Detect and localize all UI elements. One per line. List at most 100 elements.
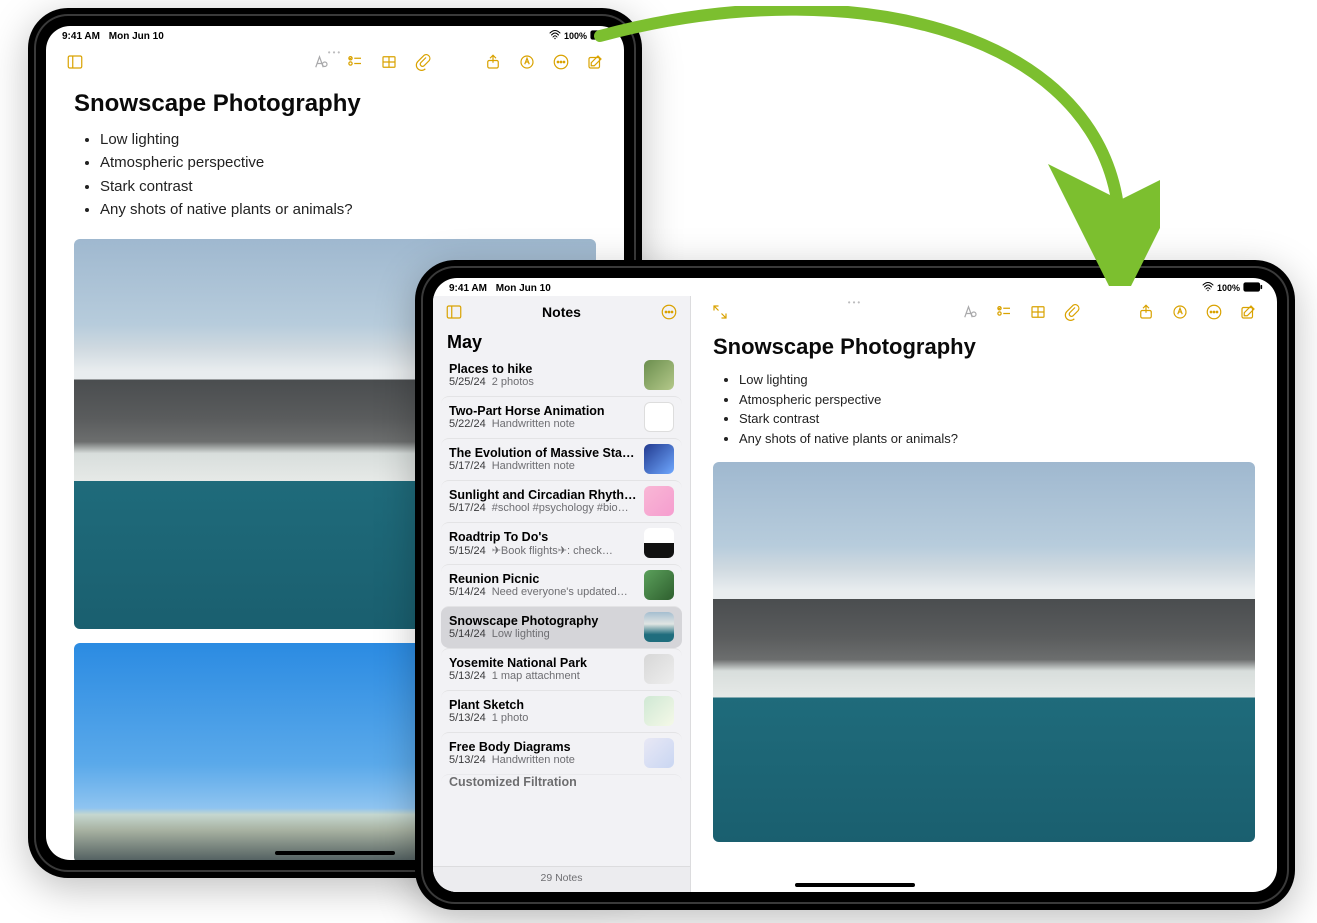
sidebar-title: Notes <box>542 304 581 320</box>
sidebar-section-label: May <box>433 328 690 355</box>
bullet-item[interactable]: Atmospheric perspective <box>739 390 1255 410</box>
status-time: 9:41 AM <box>449 283 487 294</box>
note-list-item[interactable]: Sunlight and Circadian Rhyth…5/17/24#sch… <box>441 480 682 522</box>
note-item-preview: 1 map attachment <box>492 670 580 682</box>
note-item-preview: Handwritten note <box>492 754 575 766</box>
multitask-dots-icon[interactable]: ••• <box>848 298 862 307</box>
note-item-preview: 1 photo <box>492 712 529 724</box>
checklist-icon[interactable] <box>990 300 1018 324</box>
note-item-title: Places to hike <box>449 362 638 376</box>
status-time: 9:41 AM <box>62 31 100 42</box>
note-item-title: Customized Filtration <box>449 775 674 789</box>
note-item-date: 5/25/24 <box>449 376 486 388</box>
note-item-preview: #school #psychology #bio… <box>492 502 629 514</box>
bullet-item[interactable]: Stark contrast <box>100 175 596 198</box>
notes-sidebar: Notes May Places to hike5/25/24 2 photos T… <box>433 296 691 892</box>
bullet-item[interactable]: Low lighting <box>100 128 596 151</box>
note-title[interactable]: Snowscape Photography <box>713 334 1255 360</box>
note-item-thumbnail <box>644 570 674 600</box>
note-toolbar-landscape <box>691 296 1277 330</box>
note-item-thumbnail <box>644 528 674 558</box>
table-icon[interactable] <box>1024 300 1052 324</box>
note-item-title: Two-Part Horse Animation <box>449 404 638 418</box>
status-date: Mon Jun 10 <box>496 283 551 294</box>
bullet-item[interactable]: Stark contrast <box>739 409 1255 429</box>
battery-percent: 100% <box>1217 283 1240 293</box>
note-item-title: The Evolution of Massive Star… <box>449 446 638 460</box>
wifi-icon <box>1202 282 1214 294</box>
note-item-thumbnail <box>644 444 674 474</box>
note-list-item[interactable]: Two-Part Horse Animation5/22/24Handwritt… <box>441 396 682 438</box>
note-bullets[interactable]: Low lighting Atmospheric perspective Sta… <box>713 370 1255 448</box>
note-item-title: Sunlight and Circadian Rhyth… <box>449 488 638 502</box>
note-item-thumbnail <box>644 360 674 390</box>
note-photo-snowscape[interactable] <box>713 462 1255 842</box>
home-indicator[interactable] <box>275 851 395 855</box>
compose-icon[interactable] <box>1234 300 1262 324</box>
notes-list[interactable]: Places to hike5/25/24 2 photos Two-Part Ho… <box>433 355 690 866</box>
note-item-thumbnail <box>644 738 674 768</box>
more-icon[interactable] <box>1200 300 1228 324</box>
more-icon[interactable] <box>547 50 575 74</box>
note-title[interactable]: Snowscape Photography <box>74 90 596 118</box>
note-item-title: Snowscape Photography <box>449 614 638 628</box>
table-icon[interactable] <box>375 50 403 74</box>
rotation-arrow-icon <box>560 6 1160 286</box>
attachment-icon[interactable] <box>1058 300 1086 324</box>
status-date: Mon Jun 10 <box>109 31 164 42</box>
checklist-icon[interactable] <box>341 50 369 74</box>
note-item-title: Reunion Picnic <box>449 572 638 586</box>
note-item-preview: 2 photos <box>492 376 534 388</box>
note-list-item[interactable]: Reunion Picnic5/14/24Need everyone's upd… <box>441 564 682 606</box>
attachment-icon[interactable] <box>409 50 437 74</box>
note-list-item[interactable]: Roadtrip To Do's5/15/24 ✈︎Book flights✈︎:… <box>441 522 682 564</box>
note-list-item[interactable]: Plant Sketch5/13/241 photo <box>441 690 682 732</box>
ipad-landscape-device: 9:41 AM Mon Jun 10 100% ••• <box>415 260 1295 910</box>
bullet-item[interactable]: Low lighting <box>739 370 1255 390</box>
battery-icon <box>590 30 610 42</box>
note-item-thumbnail <box>644 612 674 642</box>
note-item-date: 5/17/24 <box>449 460 486 472</box>
bullet-item[interactable]: Any shots of native plants or animals? <box>739 429 1255 449</box>
note-item-title: Free Body Diagrams <box>449 740 638 754</box>
note-list-item[interactable]: Yosemite National Park5/13/241 map attac… <box>441 648 682 690</box>
status-bar-portrait: 9:41 AM Mon Jun 10 100% <box>46 26 624 44</box>
multitask-dots-icon[interactable]: ••• <box>328 48 342 57</box>
note-item-date: 5/13/24 <box>449 754 486 766</box>
note-item-preview: Low lighting <box>492 628 550 640</box>
battery-percent: 100% <box>564 31 587 41</box>
text-format-icon[interactable] <box>956 300 984 324</box>
share-icon[interactable] <box>479 50 507 74</box>
sidebar-toggle-icon[interactable] <box>61 50 89 74</box>
markup-icon[interactable] <box>1166 300 1194 324</box>
note-content-pane: Snowscape Photography Low lighting Atmos… <box>691 296 1277 892</box>
note-list-item[interactable]: Customized Filtration <box>441 774 682 790</box>
note-item-title: Plant Sketch <box>449 698 638 712</box>
wifi-icon <box>549 30 561 42</box>
markup-icon[interactable] <box>513 50 541 74</box>
home-indicator[interactable] <box>795 883 915 887</box>
compose-icon[interactable] <box>581 50 609 74</box>
expand-fullscreen-icon[interactable] <box>706 300 734 324</box>
note-item-thumbnail <box>644 486 674 516</box>
note-bullets[interactable]: Low lighting Atmospheric perspective Sta… <box>74 128 596 221</box>
note-list-item[interactable]: Free Body Diagrams5/13/24 Handwritten not… <box>441 732 682 774</box>
sidebar-more-icon[interactable] <box>655 300 683 324</box>
note-item-preview: Handwritten note <box>492 460 575 472</box>
sidebar-header: Notes <box>433 296 690 328</box>
note-item-thumbnail <box>644 696 674 726</box>
bullet-item[interactable]: Any shots of native plants or animals? <box>100 198 596 221</box>
note-item-date: 5/15/24 <box>449 545 486 557</box>
note-list-item[interactable]: Places to hike5/25/24 2 photos <box>441 355 682 396</box>
note-item-date: 5/22/24 <box>449 418 486 430</box>
note-item-thumbnail <box>644 654 674 684</box>
note-item-title: Roadtrip To Do's <box>449 530 638 544</box>
note-item-preview: Need everyone's updated… <box>492 586 628 598</box>
note-body-landscape[interactable]: Snowscape Photography Low lighting Atmos… <box>691 330 1277 892</box>
note-item-preview: ✈︎Book flights✈︎: check… <box>492 545 613 557</box>
note-list-item[interactable]: Snowscape Photography5/14/24Low lighting <box>441 606 682 648</box>
note-list-item[interactable]: The Evolution of Massive Star…5/17/24 Han… <box>441 438 682 480</box>
bullet-item[interactable]: Atmospheric perspective <box>100 151 596 174</box>
folders-toggle-icon[interactable] <box>440 300 468 324</box>
share-icon[interactable] <box>1132 300 1160 324</box>
